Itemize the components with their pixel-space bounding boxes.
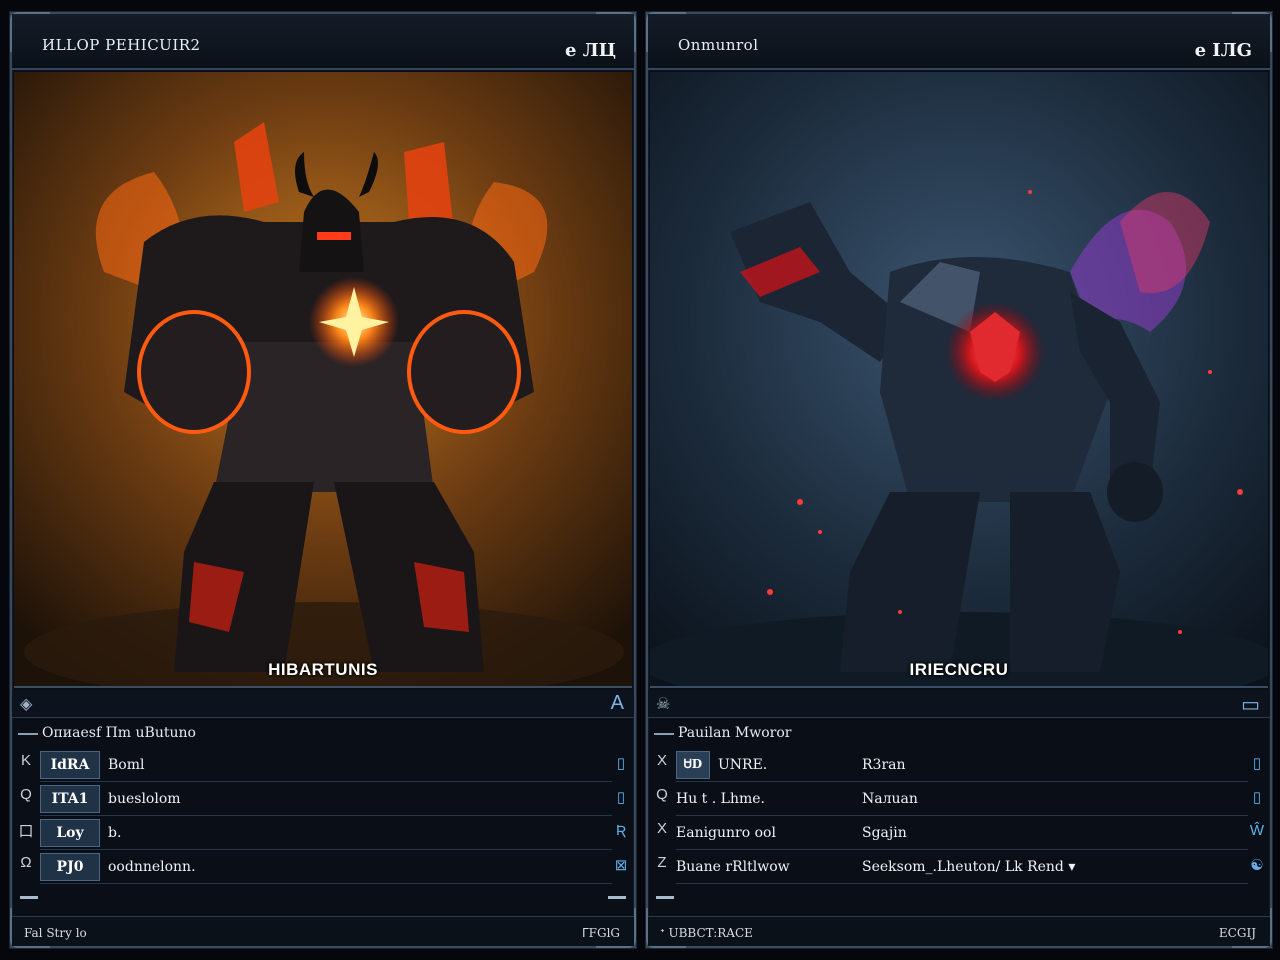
row-action-icon[interactable]: ▯: [1248, 788, 1266, 822]
footer-code: ᒥFGlG: [581, 926, 620, 940]
row-action-icon[interactable]: Ŵ: [1248, 822, 1266, 856]
collapse-handle[interactable]: [656, 896, 674, 899]
stat-row[interactable]: Loy b.: [40, 816, 612, 850]
stat-row[interactable]: Buane rRltlwow Seeksom_.Lheuton/ Lk Rend…: [676, 850, 1248, 884]
stat-value: Hu t . Lhme.: [676, 790, 765, 807]
footer-label: Fal Stry lo: [24, 926, 87, 940]
panel-toolbar: ◈ A: [12, 690, 634, 718]
stats-section-title: Pauilan Mworor: [650, 720, 1268, 746]
fire-golem-illustration: [14, 72, 632, 686]
panel-title: Onmunrol: [678, 36, 759, 54]
left-character-panel: ИLLOP PEHICUIR2 e ЛЦ HIBARTUNIS ◈ A Oпиa…: [10, 12, 636, 948]
level-badge[interactable]: e ЛЦ: [565, 40, 616, 61]
shadow-golem-illustration: [650, 72, 1268, 686]
stat-value: Eanigunro ool: [676, 824, 776, 841]
stat-row[interactable]: ᏌD UNRE. R3ran: [676, 748, 1248, 782]
stat-icon: X: [656, 820, 667, 837]
stat-value-secondary: Sgajin: [862, 824, 907, 841]
panel-footer: ᐩ UBBCT:RACE ECGIJ: [648, 916, 1270, 946]
stat-icon: Z: [657, 854, 667, 871]
stat-side-icons: X Q X Z: [652, 752, 672, 888]
row-action-icon[interactable]: ▯: [612, 788, 630, 822]
skull-icon[interactable]: ☠: [656, 694, 670, 714]
panel-divider: [14, 892, 632, 906]
stat-value: Boml: [108, 756, 145, 773]
stat-row[interactable]: Hu t . Lhme. Naлuan: [676, 782, 1248, 816]
row-action-icons: ▯ ▯ Ʀ ⊠: [612, 754, 630, 890]
character-portrait: HIBARTUNIS: [14, 72, 632, 688]
stat-key: IdRA: [40, 750, 100, 779]
footer-code: ECGIJ: [1218, 926, 1256, 940]
stat-side-icons: K Q 口 Ω: [16, 752, 36, 888]
alpha-icon[interactable]: A: [611, 692, 624, 715]
panel-toolbar: ☠ ▭: [648, 690, 1270, 718]
stat-value: bueslolom: [108, 790, 181, 807]
collapse-handle[interactable]: [20, 896, 38, 899]
stat-key: PJ0: [40, 852, 100, 881]
stat-value-secondary: Naлuan: [862, 790, 918, 807]
row-action-icon[interactable]: ▯: [612, 754, 630, 788]
row-action-icon[interactable]: ▯: [1248, 754, 1266, 788]
stat-row[interactable]: Eanigunro ool Sgajin: [676, 816, 1248, 850]
stat-row[interactable]: ITA1 bueslolom: [40, 782, 612, 816]
panel-titlebar: Onmunrol e ІЛG: [648, 14, 1270, 70]
stat-icon: K: [20, 752, 31, 769]
stat-key: ᏌD: [676, 750, 710, 779]
stat-value: Buane rRltlwow: [676, 858, 790, 875]
stat-value-secondary: R3ran: [862, 756, 906, 773]
stat-icon: Q: [20, 786, 32, 803]
stat-icon: 口: [18, 823, 34, 840]
stats-section-title: Oпиaesf Пm uButuno: [14, 720, 632, 746]
stats-list: IdRA Boml ITA1 bueslolom Loy b. PJ0 oodn…: [40, 748, 612, 884]
character-name: HIBARTUNIS: [268, 660, 378, 679]
footer-label: ᐩ UBBCT:RACE: [660, 926, 753, 940]
right-character-panel: Onmunrol e ІЛG IRIECNCRU ☠ ▭ Pauilan Mwo…: [646, 12, 1272, 948]
panel-titlebar: ИLLOP PEHICUIR2 e ЛЦ: [12, 14, 634, 70]
level-badge[interactable]: e ІЛG: [1195, 40, 1252, 61]
stat-key: Loy: [40, 818, 100, 847]
row-action-icon[interactable]: Ʀ: [612, 822, 630, 856]
stat-value: UNRE.: [718, 756, 768, 773]
stat-icon: X: [656, 752, 667, 769]
character-portrait: IRIECNCRU: [650, 72, 1268, 688]
collapse-handle[interactable]: [608, 896, 626, 899]
stat-row[interactable]: PJ0 oodnnelonn.: [40, 850, 612, 884]
stat-key: ITA1: [40, 784, 100, 813]
row-action-icons: ▯ ▯ Ŵ ☯: [1248, 754, 1266, 890]
panel-title: ИLLOP PEHICUIR2: [42, 36, 201, 54]
panel-footer: Fal Stry lo ᒥFGlG: [12, 916, 634, 946]
row-action-icon[interactable]: ⊠: [612, 856, 630, 890]
stat-value: b.: [108, 824, 122, 841]
panel-divider: [650, 892, 1268, 906]
row-action-icon[interactable]: ☯: [1248, 856, 1266, 890]
stats-list: ᏌD UNRE. R3ran Hu t . Lhme. Naлuan Eanig…: [676, 748, 1248, 884]
character-name: IRIECNCRU: [909, 660, 1009, 679]
stat-icon: Q: [656, 786, 668, 803]
stat-value-secondary[interactable]: Seeksom_.Lheuton/ Lk Rend ▾: [862, 859, 1075, 875]
stat-row[interactable]: IdRA Boml: [40, 748, 612, 782]
menu-icon[interactable]: ▭: [1241, 692, 1260, 717]
stat-icon: Ω: [20, 854, 32, 871]
stat-value: oodnnelonn.: [108, 858, 196, 875]
emblem-icon[interactable]: ◈: [20, 694, 32, 714]
